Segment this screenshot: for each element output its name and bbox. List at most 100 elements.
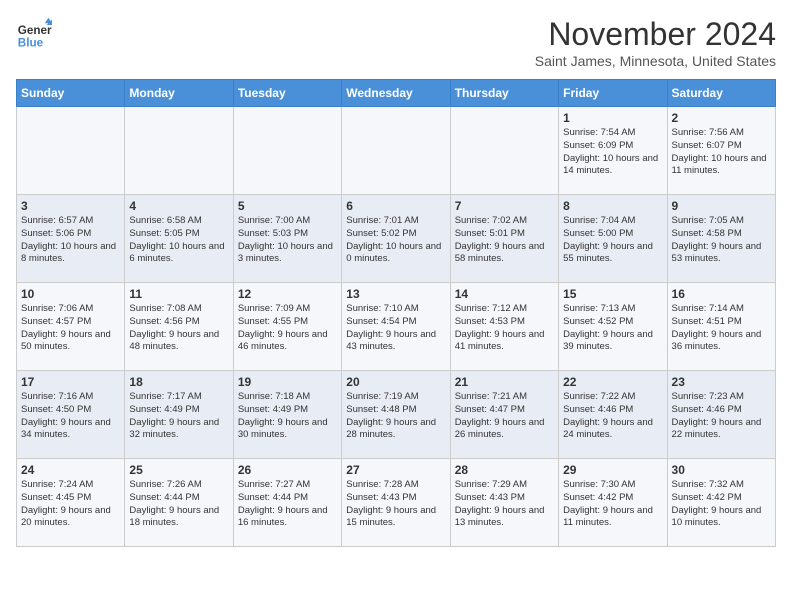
day-info: Sunrise: 7:32 AM Sunset: 4:42 PM Dayligh… — [672, 479, 771, 530]
calendar-table: SundayMondayTuesdayWednesdayThursdayFrid… — [16, 79, 776, 547]
calendar-cell: 23 Sunrise: 7:23 AM Sunset: 4:46 PM Dayli… — [667, 371, 775, 459]
day-info: Sunrise: 7:00 AM Sunset: 5:03 PM Dayligh… — [238, 215, 337, 266]
day-number: 28 — [455, 463, 554, 477]
day-info: Sunrise: 7:10 AM Sunset: 4:54 PM Dayligh… — [346, 303, 445, 354]
calendar-cell: 3 Sunrise: 6:57 AM Sunset: 5:06 PM Daylig… — [17, 195, 125, 283]
calendar-body: 1Sunrise: 7:54 AM Sunset: 6:09 PM Daylig… — [17, 107, 776, 547]
calendar-cell: 1Sunrise: 7:54 AM Sunset: 6:09 PM Daylig… — [559, 107, 667, 195]
day-number: 25 — [129, 463, 228, 477]
day-info: Sunrise: 7:56 AM Sunset: 6:07 PM Dayligh… — [672, 127, 771, 178]
logo: General Blue — [16, 16, 52, 52]
day-info: Sunrise: 6:57 AM Sunset: 5:06 PM Dayligh… — [21, 215, 120, 266]
calendar-cell: 26 Sunrise: 7:27 AM Sunset: 4:44 PM Dayli… — [233, 459, 341, 547]
day-number: 23 — [672, 375, 771, 389]
calendar-cell: 5 Sunrise: 7:00 AM Sunset: 5:03 PM Daylig… — [233, 195, 341, 283]
calendar-cell: 15 Sunrise: 7:13 AM Sunset: 4:52 PM Dayli… — [559, 283, 667, 371]
title-block: November 2024 Saint James, Minnesota, Un… — [535, 16, 776, 69]
day-info: Sunrise: 7:28 AM Sunset: 4:43 PM Dayligh… — [346, 479, 445, 530]
day-info: Sunrise: 7:54 AM Sunset: 6:09 PM Dayligh… — [563, 127, 662, 178]
page-header: General Blue November 2024 Saint James, … — [16, 16, 776, 69]
calendar-cell: 7 Sunrise: 7:02 AM Sunset: 5:01 PM Daylig… — [450, 195, 558, 283]
calendar-cell — [342, 107, 450, 195]
day-number: 17 — [21, 375, 120, 389]
day-number: 13 — [346, 287, 445, 301]
day-number: 20 — [346, 375, 445, 389]
day-info: Sunrise: 7:24 AM Sunset: 4:45 PM Dayligh… — [21, 479, 120, 530]
month-title: November 2024 — [535, 16, 776, 53]
day-info: Sunrise: 7:26 AM Sunset: 4:44 PM Dayligh… — [129, 479, 228, 530]
day-info: Sunrise: 7:16 AM Sunset: 4:50 PM Dayligh… — [21, 391, 120, 442]
svg-text:General: General — [18, 24, 52, 37]
day-number: 24 — [21, 463, 120, 477]
day-info: Sunrise: 7:12 AM Sunset: 4:53 PM Dayligh… — [455, 303, 554, 354]
calendar-cell: 14 Sunrise: 7:12 AM Sunset: 4:53 PM Dayli… — [450, 283, 558, 371]
day-number: 6 — [346, 199, 445, 213]
day-number: 3 — [21, 199, 120, 213]
calendar-cell: 11Sunrise: 7:08 AM Sunset: 4:56 PM Dayli… — [125, 283, 233, 371]
calendar-week-2: 3 Sunrise: 6:57 AM Sunset: 5:06 PM Daylig… — [17, 195, 776, 283]
day-header-monday: Monday — [125, 80, 233, 107]
day-info: Sunrise: 7:02 AM Sunset: 5:01 PM Dayligh… — [455, 215, 554, 266]
day-number: 18 — [129, 375, 228, 389]
calendar-week-4: 17 Sunrise: 7:16 AM Sunset: 4:50 PM Dayli… — [17, 371, 776, 459]
day-number: 26 — [238, 463, 337, 477]
calendar-cell: 6 Sunrise: 7:01 AM Sunset: 5:02 PM Daylig… — [342, 195, 450, 283]
logo-icon: General Blue — [16, 16, 52, 52]
calendar-cell: 13 Sunrise: 7:10 AM Sunset: 4:54 PM Dayli… — [342, 283, 450, 371]
calendar-cell — [450, 107, 558, 195]
day-info: Sunrise: 7:13 AM Sunset: 4:52 PM Dayligh… — [563, 303, 662, 354]
day-header-sunday: Sunday — [17, 80, 125, 107]
day-header-thursday: Thursday — [450, 80, 558, 107]
day-number: 9 — [672, 199, 771, 213]
day-number: 29 — [563, 463, 662, 477]
calendar-cell — [233, 107, 341, 195]
day-info: Sunrise: 7:23 AM Sunset: 4:46 PM Dayligh… — [672, 391, 771, 442]
day-info: Sunrise: 7:27 AM Sunset: 4:44 PM Dayligh… — [238, 479, 337, 530]
day-info: Sunrise: 7:29 AM Sunset: 4:43 PM Dayligh… — [455, 479, 554, 530]
calendar-cell — [125, 107, 233, 195]
day-info: Sunrise: 7:19 AM Sunset: 4:48 PM Dayligh… — [346, 391, 445, 442]
day-info: Sunrise: 7:04 AM Sunset: 5:00 PM Dayligh… — [563, 215, 662, 266]
day-info: Sunrise: 7:01 AM Sunset: 5:02 PM Dayligh… — [346, 215, 445, 266]
day-info: Sunrise: 7:06 AM Sunset: 4:57 PM Dayligh… — [21, 303, 120, 354]
calendar-cell: 18 Sunrise: 7:17 AM Sunset: 4:49 PM Dayli… — [125, 371, 233, 459]
calendar-week-3: 10 Sunrise: 7:06 AM Sunset: 4:57 PM Dayli… — [17, 283, 776, 371]
day-header-wednesday: Wednesday — [342, 80, 450, 107]
svg-text:Blue: Blue — [18, 37, 44, 50]
day-number: 19 — [238, 375, 337, 389]
calendar-cell: 22Sunrise: 7:22 AM Sunset: 4:46 PM Dayli… — [559, 371, 667, 459]
calendar-cell: 10 Sunrise: 7:06 AM Sunset: 4:57 PM Dayli… — [17, 283, 125, 371]
calendar-cell: 4Sunrise: 6:58 AM Sunset: 5:05 PM Daylig… — [125, 195, 233, 283]
calendar-cell: 19 Sunrise: 7:18 AM Sunset: 4:49 PM Dayli… — [233, 371, 341, 459]
day-info: Sunrise: 7:05 AM Sunset: 4:58 PM Dayligh… — [672, 215, 771, 266]
day-number: 7 — [455, 199, 554, 213]
location-subtitle: Saint James, Minnesota, United States — [535, 53, 776, 69]
day-header-friday: Friday — [559, 80, 667, 107]
calendar-cell — [17, 107, 125, 195]
calendar-cell: 2 Sunrise: 7:56 AM Sunset: 6:07 PM Daylig… — [667, 107, 775, 195]
day-info: Sunrise: 7:08 AM Sunset: 4:56 PM Dayligh… — [129, 303, 228, 354]
calendar-header-row: SundayMondayTuesdayWednesdayThursdayFrid… — [17, 80, 776, 107]
day-number: 10 — [21, 287, 120, 301]
day-number: 15 — [563, 287, 662, 301]
calendar-cell: 21 Sunrise: 7:21 AM Sunset: 4:47 PM Dayli… — [450, 371, 558, 459]
calendar-cell: 25 Sunrise: 7:26 AM Sunset: 4:44 PM Dayli… — [125, 459, 233, 547]
calendar-cell: 9 Sunrise: 7:05 AM Sunset: 4:58 PM Daylig… — [667, 195, 775, 283]
day-info: Sunrise: 7:14 AM Sunset: 4:51 PM Dayligh… — [672, 303, 771, 354]
day-info: Sunrise: 6:58 AM Sunset: 5:05 PM Dayligh… — [129, 215, 228, 266]
calendar-cell: 28 Sunrise: 7:29 AM Sunset: 4:43 PM Dayli… — [450, 459, 558, 547]
day-info: Sunrise: 7:17 AM Sunset: 4:49 PM Dayligh… — [129, 391, 228, 442]
day-header-tuesday: Tuesday — [233, 80, 341, 107]
day-number: 5 — [238, 199, 337, 213]
day-info: Sunrise: 7:30 AM Sunset: 4:42 PM Dayligh… — [563, 479, 662, 530]
day-info: Sunrise: 7:18 AM Sunset: 4:49 PM Dayligh… — [238, 391, 337, 442]
calendar-cell: 24 Sunrise: 7:24 AM Sunset: 4:45 PM Dayli… — [17, 459, 125, 547]
calendar-cell: 29 Sunrise: 7:30 AM Sunset: 4:42 PM Dayli… — [559, 459, 667, 547]
calendar-cell: 20 Sunrise: 7:19 AM Sunset: 4:48 PM Dayli… — [342, 371, 450, 459]
day-number: 2 — [672, 111, 771, 125]
day-info: Sunrise: 7:21 AM Sunset: 4:47 PM Dayligh… — [455, 391, 554, 442]
day-number: 14 — [455, 287, 554, 301]
calendar-week-1: 1Sunrise: 7:54 AM Sunset: 6:09 PM Daylig… — [17, 107, 776, 195]
day-number: 21 — [455, 375, 554, 389]
calendar-cell: 8Sunrise: 7:04 AM Sunset: 5:00 PM Daylig… — [559, 195, 667, 283]
